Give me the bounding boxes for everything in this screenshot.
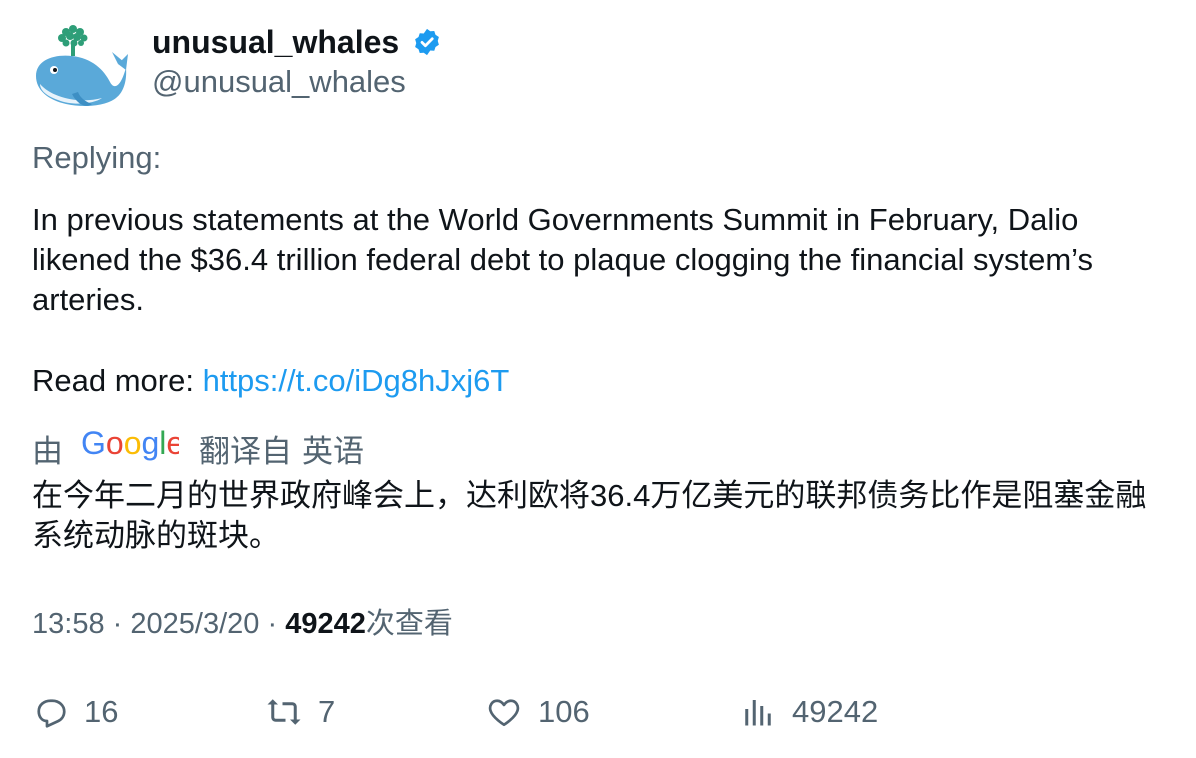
google-logo: Google bbox=[81, 425, 184, 469]
author-handle[interactable]: @unusual_whales bbox=[152, 64, 442, 100]
tweet-body: In previous statements at the World Gove… bbox=[32, 200, 1172, 320]
translated-from-label: 翻译自 bbox=[199, 433, 292, 469]
tweet-header: unusual_whales @unusual_whales bbox=[32, 24, 1162, 114]
like-button[interactable]: 106 bbox=[486, 690, 590, 734]
analytics-icon bbox=[745, 700, 771, 726]
translation-attribution: 由 Google 翻译自 英语 bbox=[32, 425, 364, 469]
tweet-time[interactable]: 13:58 bbox=[32, 608, 105, 640]
author-names: unusual_whales @unusual_whales bbox=[152, 24, 442, 100]
action-bar: 16 7 106 49242 bbox=[32, 690, 1162, 734]
whale-avatar-icon[interactable] bbox=[32, 24, 128, 114]
views-action-count: 49242 bbox=[792, 694, 879, 729]
views-label: 次查看 bbox=[365, 608, 453, 640]
author-display-name[interactable]: unusual_whales bbox=[152, 24, 399, 60]
tweet-text: In previous statements at the World Gove… bbox=[32, 202, 1093, 317]
repost-button[interactable]: 7 bbox=[266, 690, 335, 734]
read-more-label: Read more: bbox=[32, 363, 194, 398]
repost-icon bbox=[267, 699, 301, 725]
tweet-meta: 13:58 · 2025/3/20 · 49242次查看 bbox=[32, 604, 453, 644]
like-count: 106 bbox=[538, 694, 590, 729]
meta-separator: · bbox=[112, 608, 123, 640]
repost-count: 7 bbox=[318, 694, 336, 729]
read-more-line: Read more: https://t.co/iDg8hJxj6T bbox=[32, 361, 509, 401]
tweet-date[interactable]: 2025/3/20 bbox=[130, 608, 259, 640]
reply-icon bbox=[37, 699, 66, 728]
svg-text:Google: Google bbox=[81, 427, 179, 461]
source-language: 英语 bbox=[302, 433, 364, 469]
views-count: 49242 bbox=[285, 608, 366, 640]
reply-count: 16 bbox=[84, 694, 119, 729]
verified-badge-icon bbox=[412, 27, 442, 57]
replying-label: Replying: bbox=[32, 140, 162, 175]
heart-icon bbox=[488, 699, 520, 727]
meta-separator: · bbox=[267, 608, 278, 640]
reply-button[interactable]: 16 bbox=[32, 690, 118, 734]
tweet-link[interactable]: https://t.co/iDg8hJxj6T bbox=[203, 363, 510, 398]
translated-by-label: 由 bbox=[32, 433, 63, 469]
views-button[interactable]: 49242 bbox=[740, 690, 878, 734]
translated-text: 在今年二月的世界政府峰会上，达利欧将36.4万亿美元的联邦债务比作是阻塞金融系统… bbox=[32, 478, 1147, 553]
